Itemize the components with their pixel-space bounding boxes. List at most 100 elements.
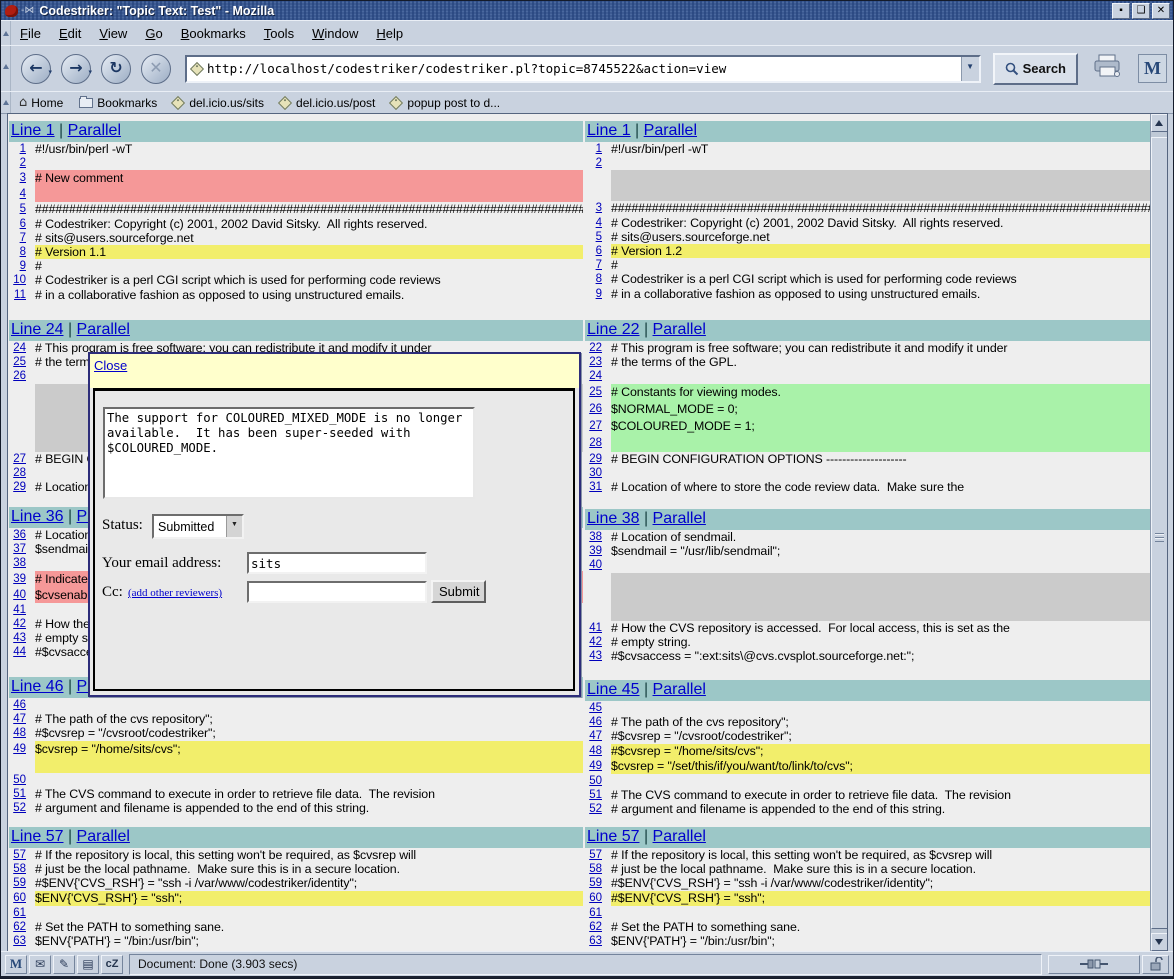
search-button[interactable]: Search bbox=[993, 53, 1078, 85]
stop-button[interactable]: ✕ bbox=[141, 54, 171, 84]
forward-dropdown-icon[interactable]: ▾ bbox=[88, 59, 92, 85]
line-anchor-link[interactable]: Line 57 bbox=[587, 828, 640, 845]
line-number-link[interactable]: 60 bbox=[589, 892, 602, 904]
parallel-view-link[interactable]: Parallel bbox=[77, 828, 130, 845]
composer-icon[interactable]: ✎ bbox=[53, 955, 75, 974]
line-number-link[interactable]: 41 bbox=[13, 604, 26, 616]
close-button[interactable]: ✕ bbox=[1152, 3, 1170, 19]
line-number-link[interactable]: 40 bbox=[589, 559, 602, 571]
line-number-link[interactable]: 29 bbox=[589, 453, 602, 465]
back-button[interactable]: ←▾ bbox=[21, 54, 51, 84]
line-number-link[interactable]: 43 bbox=[589, 650, 602, 662]
mail-icon[interactable]: ✉ bbox=[29, 955, 51, 974]
line-number-link[interactable]: 29 bbox=[13, 481, 26, 493]
line-number-link[interactable]: 59 bbox=[589, 877, 602, 889]
email-field[interactable] bbox=[247, 552, 427, 574]
line-number-link[interactable]: 39 bbox=[13, 573, 26, 585]
line-number-link[interactable]: 51 bbox=[589, 789, 602, 801]
line-number-link[interactable]: 7 bbox=[20, 232, 26, 244]
line-number-link[interactable]: 48 bbox=[13, 727, 26, 739]
add-reviewers-link[interactable]: (add other reviewers) bbox=[128, 587, 222, 599]
line-number-link[interactable]: 39 bbox=[589, 545, 602, 557]
line-number-link[interactable]: 5 bbox=[20, 203, 26, 215]
bookmark-del-icio-us-sits[interactable]: del.icio.us/sits bbox=[165, 93, 272, 112]
line-anchor-link[interactable]: Line 1 bbox=[11, 122, 55, 139]
chatzilla-icon[interactable]: cZ bbox=[101, 955, 123, 974]
line-number-link[interactable]: 57 bbox=[589, 849, 602, 861]
menu-item-view[interactable]: View bbox=[90, 23, 136, 44]
line-number-link[interactable]: 24 bbox=[13, 342, 26, 354]
line-number-link[interactable]: 58 bbox=[13, 863, 26, 875]
line-number-link[interactable]: 26 bbox=[13, 370, 26, 382]
line-number-link[interactable]: 31 bbox=[589, 481, 602, 493]
line-number-link[interactable]: 59 bbox=[13, 877, 26, 889]
back-dropdown-icon[interactable]: ▾ bbox=[48, 59, 52, 85]
line-number-link[interactable]: 43 bbox=[13, 632, 26, 644]
line-number-link[interactable]: 6 bbox=[20, 218, 26, 230]
line-number-link[interactable]: 49 bbox=[589, 760, 602, 772]
bookmark-bookmarks[interactable]: Bookmarks bbox=[71, 93, 165, 112]
scroll-down-icon[interactable] bbox=[1151, 933, 1168, 951]
reload-button[interactable]: ↻ bbox=[101, 54, 131, 84]
menu-item-bookmarks[interactable]: Bookmarks bbox=[172, 23, 255, 44]
line-anchor-link[interactable]: Line 1 bbox=[587, 122, 631, 139]
line-anchor-link[interactable]: Line 36 bbox=[11, 508, 64, 525]
toolbar-grippy[interactable] bbox=[1, 21, 11, 45]
security-lock-icon[interactable] bbox=[1142, 955, 1169, 974]
line-anchor-link[interactable]: Line 57 bbox=[11, 828, 64, 845]
submit-button[interactable]: Submit bbox=[431, 580, 486, 603]
line-number-link[interactable]: 1 bbox=[20, 143, 26, 155]
line-number-link[interactable]: 38 bbox=[13, 557, 26, 569]
line-anchor-link[interactable]: Line 24 bbox=[11, 321, 64, 338]
parallel-view-link[interactable]: Parallel bbox=[77, 321, 130, 338]
line-number-link[interactable]: 42 bbox=[589, 636, 602, 648]
line-number-link[interactable]: 52 bbox=[13, 802, 26, 814]
menu-item-tools[interactable]: Tools bbox=[255, 23, 303, 44]
mozilla-logo[interactable]: M bbox=[1138, 54, 1167, 83]
line-number-link[interactable]: 4 bbox=[20, 188, 26, 200]
line-number-link[interactable]: 28 bbox=[589, 437, 602, 449]
bookmark-popup-post-to-d[interactable]: popup post to d... bbox=[383, 93, 508, 112]
menu-item-edit[interactable]: Edit bbox=[50, 23, 90, 44]
select-dropdown-icon[interactable]: ▼ bbox=[226, 516, 242, 537]
line-number-link[interactable]: 2 bbox=[20, 157, 26, 169]
line-number-link[interactable]: 27 bbox=[13, 453, 26, 465]
line-number-link[interactable]: 25 bbox=[589, 386, 602, 398]
comment-textarea[interactable]: The support for COLOURED_MIXED_MODE is n… bbox=[103, 407, 475, 499]
line-number-link[interactable]: 36 bbox=[13, 529, 26, 541]
line-number-link[interactable]: 46 bbox=[589, 716, 602, 728]
popup-close-link[interactable]: Close bbox=[94, 358, 127, 373]
line-anchor-link[interactable]: Line 38 bbox=[587, 510, 640, 527]
line-number-link[interactable]: 22 bbox=[589, 342, 602, 354]
bookmark-home[interactable]: ⌂Home bbox=[11, 93, 71, 112]
vertical-scrollbar[interactable] bbox=[1150, 114, 1167, 951]
bookmark-del-icio-us-post[interactable]: del.icio.us/post bbox=[272, 93, 383, 112]
line-number-link[interactable]: 42 bbox=[13, 618, 26, 630]
line-number-link[interactable]: 50 bbox=[589, 775, 602, 787]
status-select[interactable]: Submitted ▼ bbox=[152, 514, 244, 539]
menu-item-go[interactable]: Go bbox=[136, 23, 171, 44]
line-number-link[interactable]: 37 bbox=[13, 543, 26, 555]
line-anchor-link[interactable]: Line 22 bbox=[587, 321, 640, 338]
line-number-link[interactable]: 10 bbox=[13, 274, 26, 286]
address-book-icon[interactable]: ▤ bbox=[77, 955, 99, 974]
line-number-link[interactable]: 3 bbox=[20, 172, 26, 184]
line-number-link[interactable]: 25 bbox=[13, 356, 26, 368]
line-number-link[interactable]: 47 bbox=[13, 713, 26, 725]
url-dropdown-icon[interactable]: ▼ bbox=[961, 57, 979, 81]
print-icon[interactable] bbox=[1092, 53, 1124, 84]
line-number-link[interactable]: 63 bbox=[13, 935, 26, 947]
toolbar-grippy[interactable] bbox=[1, 92, 11, 113]
line-number-link[interactable]: 61 bbox=[13, 907, 26, 919]
line-number-link[interactable]: 63 bbox=[589, 935, 602, 947]
line-number-link[interactable]: 44 bbox=[13, 646, 26, 658]
line-number-link[interactable]: 11 bbox=[14, 289, 26, 301]
menu-item-file[interactable]: File bbox=[11, 23, 50, 44]
line-number-link[interactable]: 26 bbox=[589, 403, 602, 415]
line-number-link[interactable]: 4 bbox=[596, 217, 602, 229]
line-number-link[interactable]: 47 bbox=[589, 730, 602, 742]
line-number-link[interactable]: 27 bbox=[589, 420, 602, 432]
line-number-link[interactable]: 40 bbox=[13, 589, 26, 601]
line-number-link[interactable]: 24 bbox=[589, 370, 602, 382]
line-number-link[interactable]: 58 bbox=[589, 863, 602, 875]
